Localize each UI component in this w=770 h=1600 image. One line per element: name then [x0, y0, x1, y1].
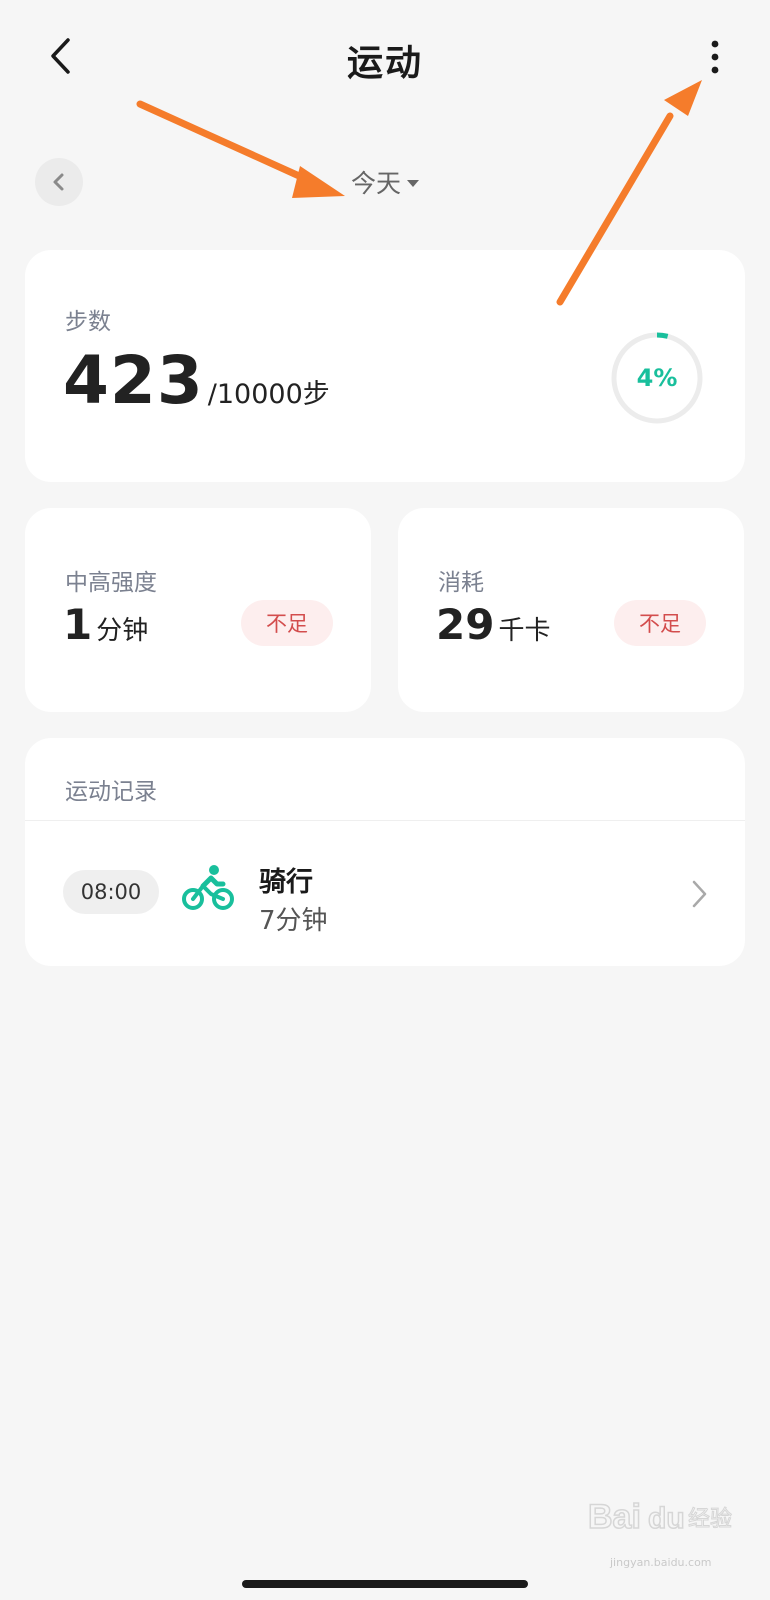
intensity-label: 中高强度: [65, 570, 157, 596]
steps-value: 423: [63, 342, 204, 419]
date-label: 今天: [350, 169, 401, 198]
record-duration: 7分钟: [259, 906, 328, 936]
steps-progress-text: 4%: [636, 364, 678, 392]
records-card: 运动记录 08:00 骑行 7分钟: [25, 738, 745, 966]
more-vertical-icon: [711, 40, 719, 74]
svg-text:du: du: [648, 1502, 685, 1535]
records-title: 运动记录: [65, 779, 157, 805]
watermark-url: jingyan.baidu.com: [610, 1556, 712, 1569]
app-screen: 运动 今天 步数 423 /10000步 4% 中高强度 1 分钟 不足 消耗 …: [0, 0, 770, 1600]
intensity-status-badge: 不足: [241, 600, 333, 646]
calories-label: 消耗: [438, 570, 484, 596]
steps-label: 步数: [65, 309, 111, 335]
steps-card[interactable]: 步数 423 /10000步 4%: [25, 250, 745, 482]
divider: [25, 820, 745, 821]
intensity-card[interactable]: 中高强度 1 分钟 不足: [25, 508, 371, 712]
home-indicator[interactable]: [242, 1580, 528, 1588]
more-options-button[interactable]: [700, 38, 730, 78]
svg-text:经验: 经验: [688, 1507, 732, 1532]
calories-readout: 29 千卡: [436, 600, 550, 649]
date-dropdown[interactable]: 今天: [0, 164, 770, 200]
svg-text:Bai: Bai: [588, 1498, 641, 1536]
calories-card[interactable]: 消耗 29 千卡 不足: [398, 508, 744, 712]
intensity-value: 1: [63, 600, 93, 649]
list-item[interactable]: 08:00 骑行 7分钟: [25, 822, 745, 966]
record-name: 骑行: [259, 867, 313, 898]
page-title: 运动: [346, 43, 423, 84]
steps-readout: 423 /10000步: [63, 342, 330, 419]
intensity-readout: 1 分钟: [63, 600, 148, 649]
steps-goal: /10000步: [207, 379, 330, 410]
intensity-unit: 分钟: [96, 616, 149, 646]
caret-down-icon: [407, 179, 419, 187]
calories-status-badge: 不足: [614, 600, 706, 646]
record-time: 08:00: [63, 870, 159, 914]
baidu-jingyan-watermark: Bai du 经验: [588, 1497, 733, 1537]
bicycle-icon: [182, 865, 234, 910]
chevron-right-icon: [692, 880, 707, 908]
calories-value: 29: [436, 600, 495, 649]
calories-unit: 千卡: [498, 616, 551, 646]
